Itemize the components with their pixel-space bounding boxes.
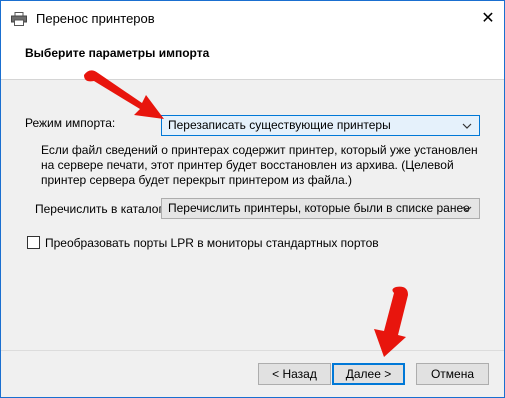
lpr-convert-checkbox[interactable] [27, 236, 40, 249]
page-title: Выберите параметры импорта [25, 46, 210, 60]
chevron-down-icon [462, 206, 472, 212]
cancel-button[interactable]: Отмена [416, 363, 489, 385]
window-title: Перенос принтеров [36, 11, 155, 26]
import-mode-value: Перезаписать существующие принтеры [168, 118, 391, 132]
red-arrow-annotation [374, 286, 408, 357]
chevron-down-icon [462, 123, 472, 129]
import-mode-select[interactable]: Перезаписать существующие принтеры [161, 115, 480, 136]
import-description: Если файл сведений о принтерах содержит … [41, 143, 478, 187]
printer-migration-dialog: Перенос принтеров ✕ Выберите параметры и… [0, 0, 505, 398]
lpr-convert-label[interactable]: Преобразовать порты LPR в мониторы станд… [45, 236, 379, 250]
list-in-directory-value: Перечислить принтеры, которые были в спи… [168, 201, 470, 215]
wizard-header: Выберите параметры импорта [1, 37, 504, 80]
list-in-directory-label: Перечислить в каталоге: [35, 202, 173, 216]
red-arrow-annotation [84, 70, 164, 119]
title-bar: Перенос принтеров ✕ [1, 1, 504, 37]
close-button[interactable]: ✕ [476, 7, 500, 29]
list-in-directory-select[interactable]: Перечислить принтеры, которые были в спи… [161, 198, 480, 219]
printer-icon [11, 12, 27, 26]
close-icon: ✕ [481, 10, 495, 27]
back-button[interactable]: < Назад [258, 363, 331, 385]
next-button[interactable]: Далее > [332, 363, 405, 385]
footer-divider [1, 350, 504, 351]
